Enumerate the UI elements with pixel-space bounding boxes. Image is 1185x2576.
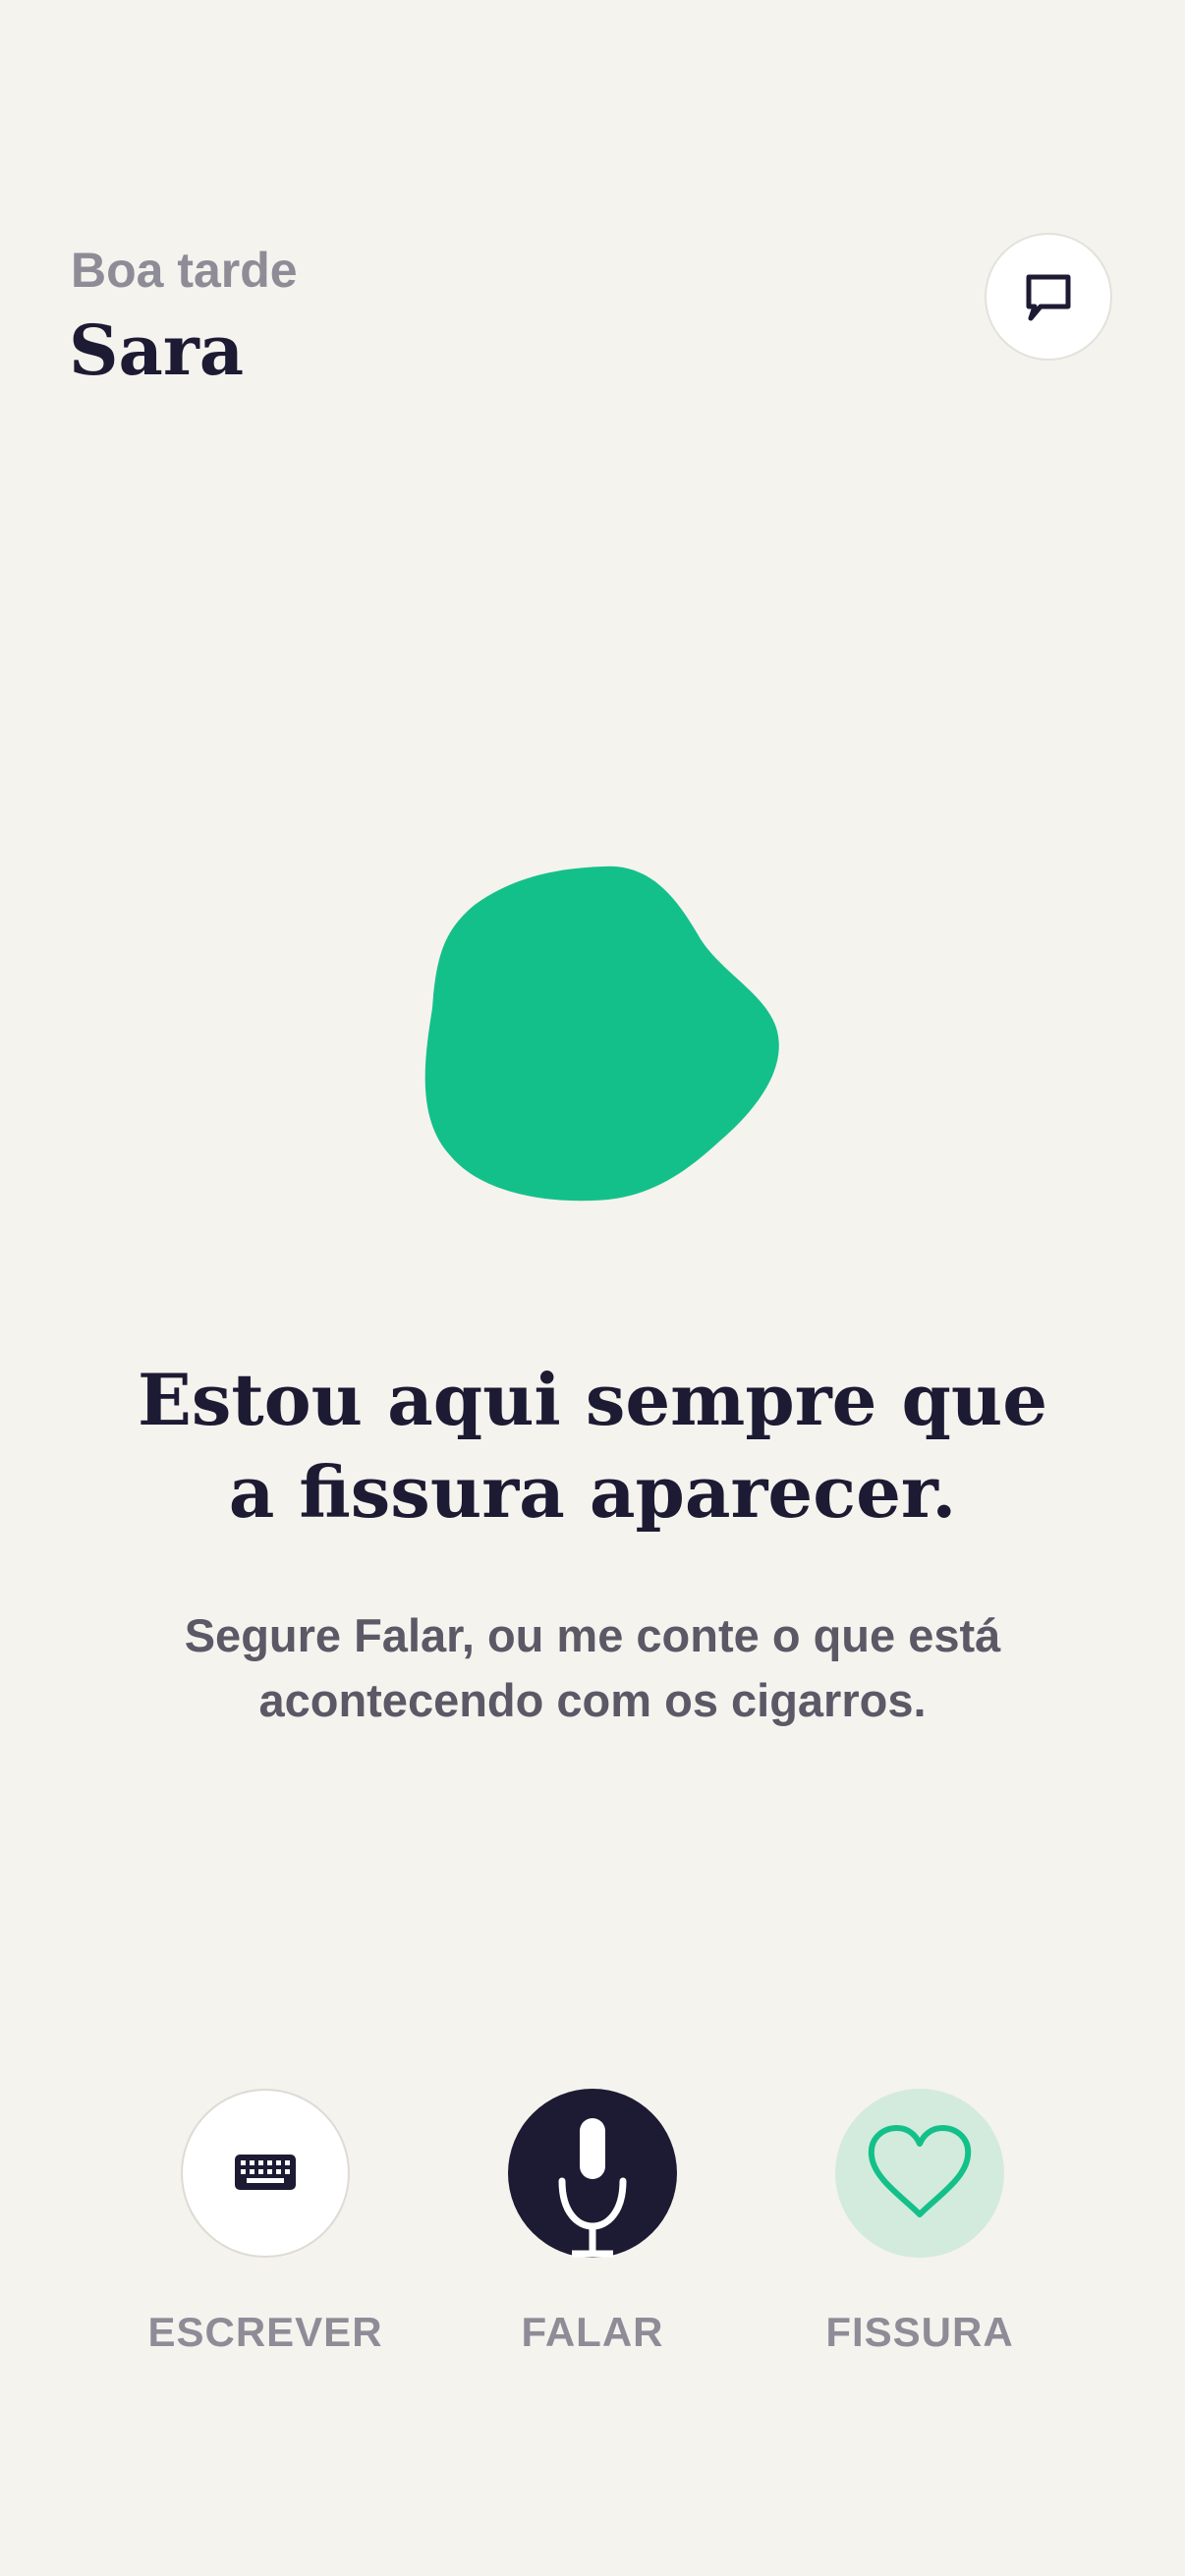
heart-icon	[868, 2125, 972, 2217]
craving-label: FISSURA	[825, 2309, 1014, 2355]
subtext: Segure Falar, ou me conte o que está aco…	[0, 1603, 1185, 1733]
write-label: ESCREVER	[147, 2309, 383, 2355]
greeting: Boa tarde	[71, 243, 298, 298]
craving-action[interactable]: FISSURA	[772, 2089, 1067, 2356]
chat-bubble-icon	[1026, 274, 1071, 321]
speak-label: FALAR	[521, 2309, 664, 2355]
subtext-line-2: acontecendo com os cigarros.	[258, 1674, 927, 1726]
user-name: Sara	[69, 309, 245, 391]
keyboard-icon	[235, 2155, 296, 2190]
chat-button[interactable]	[985, 233, 1112, 361]
headline-line-1: Estou aqui sempre que	[137, 1358, 1048, 1441]
speak-action[interactable]: FALAR	[445, 2089, 740, 2356]
speak-button[interactable]	[508, 2089, 677, 2258]
headline-line-2: a fissura aparecer.	[228, 1450, 957, 1534]
write-action[interactable]: ESCREVER	[118, 2089, 413, 2356]
microphone-icon	[558, 2118, 627, 2258]
craving-button[interactable]	[835, 2089, 1004, 2258]
subtext-line-1: Segure Falar, ou me conte o que está	[184, 1609, 1001, 1661]
write-button[interactable]	[181, 2089, 350, 2258]
blob-avatar	[424, 866, 779, 1202]
headline: Estou aqui sempre que a fissura aparecer…	[0, 1354, 1185, 1539]
